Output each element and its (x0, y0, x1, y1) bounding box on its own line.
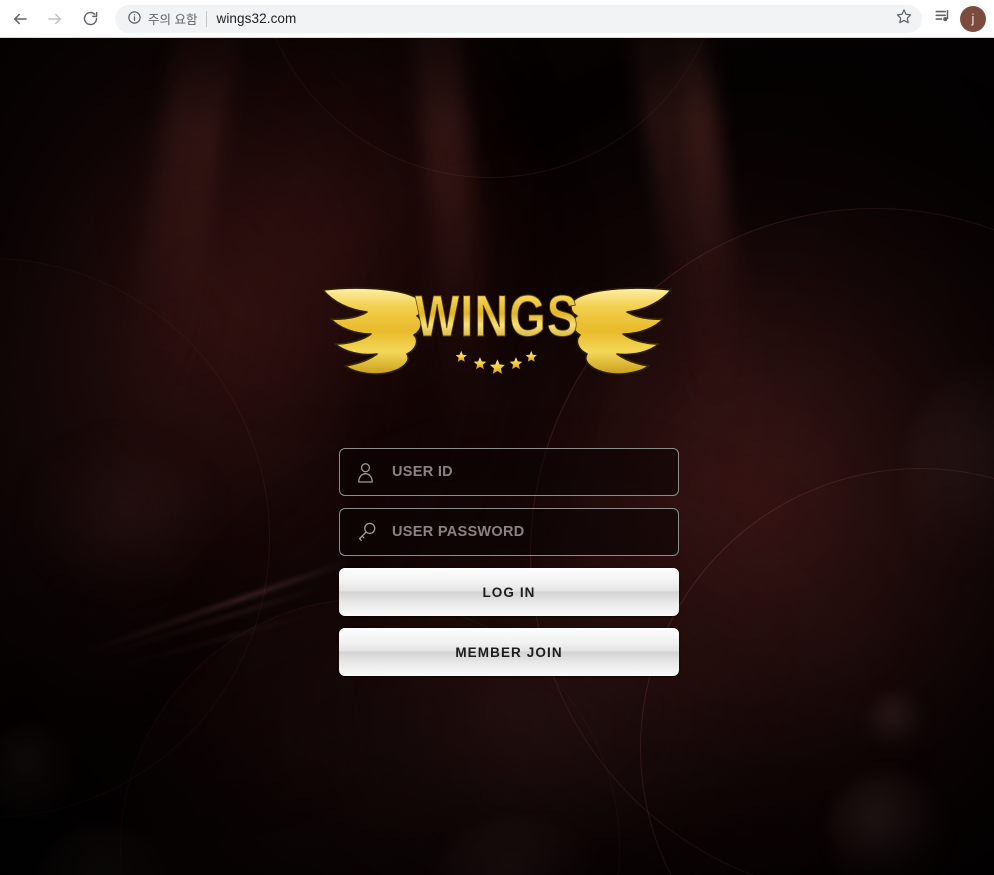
star-icon (473, 357, 487, 370)
info-circle-icon (127, 10, 142, 28)
login-form: LOG IN MEMBER JOIN (339, 448, 679, 676)
login-page: WINGS USER ID LOG IN MEMBER JOIN (0, 38, 994, 875)
back-arrow-icon (11, 10, 29, 28)
browser-chrome: 주의 요함 wings32.com j (0, 0, 994, 38)
star-icon (509, 357, 523, 370)
user-id-field[interactable] (339, 448, 679, 496)
wing-right-icon (570, 287, 672, 375)
star-icon (455, 351, 467, 362)
reload-button[interactable] (75, 4, 105, 34)
star-icon (489, 359, 505, 374)
user-password-input[interactable] (382, 509, 678, 555)
url-text: wings32.com (216, 11, 297, 26)
page-content: WINGS USER ID LOG IN MEMBER JOIN (0, 38, 994, 875)
forward-button[interactable] (40, 4, 70, 34)
address-bar[interactable]: 주의 요함 wings32.com (115, 4, 922, 33)
media-playlist-icon (934, 7, 952, 30)
media-control-button[interactable] (930, 6, 956, 32)
omnibox-divider (206, 10, 208, 27)
login-button[interactable]: LOG IN (339, 568, 679, 616)
wing-left-icon (322, 287, 424, 375)
user-icon (356, 462, 382, 483)
security-status[interactable]: 주의 요함 (127, 9, 197, 28)
member-join-button[interactable]: MEMBER JOIN (339, 628, 679, 676)
logo-stars (455, 351, 537, 374)
user-password-field[interactable] (339, 508, 679, 556)
avatar-initial: j (971, 11, 975, 26)
user-id-input[interactable] (382, 449, 678, 495)
site-logo: WINGS (317, 276, 677, 386)
avatar[interactable]: j (960, 5, 986, 32)
logo-wordmark: WINGS (415, 284, 579, 349)
forward-arrow-icon (46, 10, 64, 28)
bookmark-button[interactable] (892, 7, 916, 31)
reload-icon (82, 10, 99, 27)
key-icon (356, 521, 382, 543)
star-icon (896, 8, 912, 29)
star-icon (525, 351, 537, 362)
security-label: 주의 요함 (148, 13, 198, 27)
back-button[interactable] (5, 4, 35, 34)
chrome-toolbar-right: j (930, 5, 994, 32)
